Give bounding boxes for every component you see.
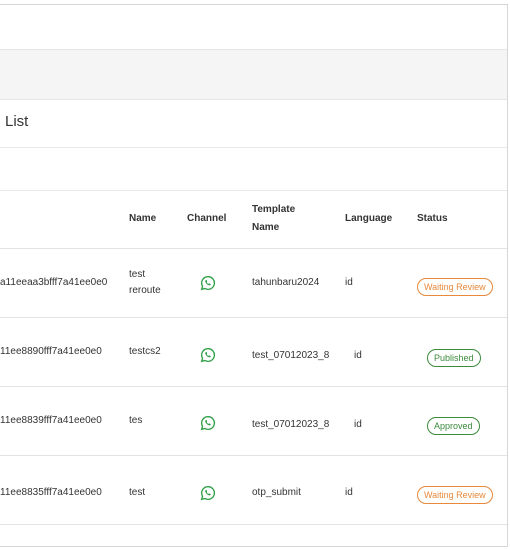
column-header-channel[interactable]: Channel xyxy=(187,210,226,228)
template-display-name: testcs2 xyxy=(129,346,161,357)
whatsapp-icon xyxy=(200,275,216,291)
toolbar-band xyxy=(0,50,507,100)
whatsapp-icon xyxy=(200,415,216,431)
language-code: id xyxy=(345,487,353,498)
table-row[interactable]: 11ee8839fff7a41ee0e0 tes test_07012023_8… xyxy=(0,387,507,456)
page-title: List xyxy=(5,113,29,130)
template-id: 11ee8890fff7a41ee0e0 xyxy=(0,346,102,357)
template-name: test_07012023_8 xyxy=(252,419,330,430)
column-header-status[interactable]: Status xyxy=(417,210,448,228)
table-row[interactable]: 11ee8890fff7a41ee0e0 testcs2 test_070120… xyxy=(0,318,507,387)
filter-band xyxy=(0,148,507,191)
name-line1: test xyxy=(129,269,146,280)
status-badge: Approved xyxy=(427,417,480,435)
table-row[interactable]: 11ee8835fff7a41ee0e0 test otp_submit id … xyxy=(0,456,507,525)
template-id: 11ee8835fff7a41ee0e0 xyxy=(0,487,102,498)
status-badge: Published xyxy=(427,349,481,367)
whatsapp-icon xyxy=(200,485,216,501)
template-display-name: test xyxy=(129,487,146,498)
top-bar xyxy=(0,5,507,50)
table-row[interactable]: a11eeaa3bfff7a41ee0e0 test reroute tahun… xyxy=(0,249,507,318)
template-display-name: test reroute xyxy=(129,267,161,299)
column-header-template-name[interactable]: Template Name xyxy=(252,201,295,237)
column-header-template-line1: Template xyxy=(252,204,296,215)
main-panel: List Name Channel Template Name Language… xyxy=(0,4,508,547)
status-badge: Waiting Review xyxy=(417,278,493,296)
column-header-template-line2: Name xyxy=(252,222,280,233)
template-name: tahunbaru2024 xyxy=(252,277,320,288)
language-code: id xyxy=(345,277,353,288)
name-line2: reroute xyxy=(129,285,161,296)
template-name: test_07012023_8 xyxy=(252,350,330,361)
column-header-name[interactable]: Name xyxy=(129,210,156,228)
status-badge: Waiting Review xyxy=(417,486,493,504)
language-code: id xyxy=(354,419,362,430)
language-code: id xyxy=(354,350,362,361)
column-header-language[interactable]: Language xyxy=(345,210,392,228)
template-id: 11ee8839fff7a41ee0e0 xyxy=(0,415,102,426)
table-header: Name Channel Template Name Language Stat… xyxy=(0,191,507,249)
template-id: a11eeaa3bfff7a41ee0e0 xyxy=(0,277,108,288)
whatsapp-icon xyxy=(200,347,216,363)
title-bar: List xyxy=(0,100,507,148)
template-name: otp_submit xyxy=(252,487,301,498)
template-display-name: tes xyxy=(129,415,143,426)
